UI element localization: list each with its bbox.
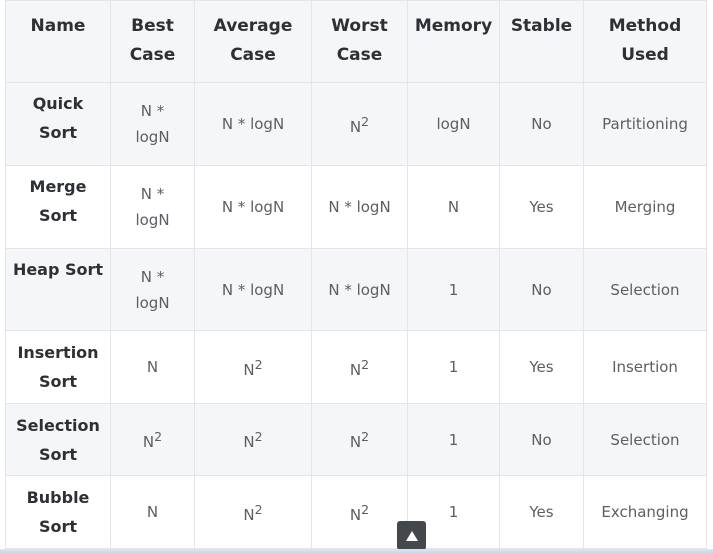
header-stable: Stable [499, 0, 584, 83]
best-case-cell: N * logN [110, 248, 195, 331]
header-best-case: Best Case [110, 0, 195, 83]
average-case-base: N [243, 433, 255, 451]
worst-case-exponent: 2 [361, 501, 370, 517]
method-cell: Selection [583, 248, 707, 331]
worst-case-cell: N * logN [311, 165, 408, 249]
row-name-line1: Bubble [26, 488, 90, 507]
memory-cell: 1 [407, 248, 500, 331]
row-name: Quick Sort [32, 94, 84, 142]
method-cell: Merging [583, 165, 707, 249]
stable-cell: Yes [499, 165, 584, 249]
average-case-cell: N * logN [194, 248, 312, 331]
row-name-line1: Insertion [17, 343, 99, 362]
sorting-comparison-table: Name Best Case Average Case Worst Case Memo… [5, 0, 707, 549]
stable-cell: No [499, 403, 584, 476]
row-name-line2: Sort [38, 206, 78, 225]
average-case-exponent: 2 [254, 501, 263, 517]
best-case-line2: logN [135, 293, 170, 312]
worst-case-exponent: 2 [361, 113, 370, 129]
worst-case-cell: N2 [311, 403, 408, 476]
stable-cell: Yes [499, 475, 584, 549]
worst-case-exponent: 2 [361, 356, 370, 372]
row-name-cell: Quick Sort [5, 82, 111, 166]
best-case-cell: N [110, 475, 195, 549]
best-case-cell: N2 [110, 403, 195, 476]
method-cell: Selection [583, 403, 707, 476]
best-case-cell: N [110, 330, 195, 404]
header-method-line2: Used [621, 45, 669, 65]
worst-case-base: N [349, 117, 362, 136]
worst-case-cell: N2 [311, 330, 408, 404]
bottom-bar [0, 549, 713, 554]
average-case-exponent: 2 [254, 356, 263, 372]
stable-cell: Yes [499, 330, 584, 404]
header-worst-case: Worst Case [311, 0, 408, 83]
table-row: Insertion Sort N N2 N2 1 Yes Insertion [5, 330, 707, 404]
average-case-exponent: 2 [254, 429, 263, 444]
triangle-up-icon [405, 530, 418, 541]
header-memory: Memory [407, 0, 500, 83]
header-worst-line2: Case [336, 45, 383, 65]
header-best-line2: Case [129, 45, 176, 65]
header-average-case: Average Case [194, 0, 312, 83]
best-case-line2: logN [135, 128, 170, 146]
header-name: Name [5, 0, 111, 83]
header-average-line1: Average [213, 16, 293, 36]
average-case-cell: N * logN [194, 165, 312, 249]
average-case-cell: N2 [194, 475, 312, 549]
table-header-row: Name Best Case Average Case Worst Case Memo… [5, 0, 707, 83]
memory-cell: N [407, 165, 500, 249]
average-case-base: N [243, 505, 255, 524]
average-case-base: N [243, 360, 255, 379]
worst-case-cell: N * logN [311, 248, 408, 331]
worst-case-base: N [349, 433, 362, 451]
average-case-cell: N * logN [194, 82, 312, 166]
table-row: Merge Sort N * logN N * logN N * logN N Ye… [5, 165, 707, 249]
best-case-line1: N * [140, 102, 165, 120]
worst-case-cell: N2 [311, 82, 408, 166]
row-name-cell: Selection Sort [5, 403, 111, 476]
worst-case-cell: N2 [311, 475, 408, 549]
memory-cell: 1 [407, 330, 500, 404]
memory-cell: logN [407, 82, 500, 166]
table-row: Selection Sort N2 N2 N2 1 No Selection [5, 403, 707, 476]
table-row: Quick Sort N * logN N * logN N2 logN No P… [5, 82, 707, 166]
scroll-to-top-button[interactable] [397, 521, 426, 550]
table-row: Heap Sort N * logN N * logN N * logN 1 No… [5, 248, 707, 331]
header-worst-line1: Worst [331, 16, 388, 36]
table-row: Bubble Sort N N2 N2 1 Yes Exchanging [5, 475, 707, 549]
memory-cell: 1 [407, 403, 500, 476]
row-name-line2: Sort [38, 444, 78, 464]
stable-cell: No [499, 82, 584, 166]
header-average-line2: Case [230, 45, 276, 65]
worst-case-base: N [349, 360, 362, 379]
method-cell: Partitioning [583, 82, 707, 166]
best-case-base: N [142, 433, 155, 451]
average-case-cell: N2 [194, 403, 312, 476]
best-case-exponent: 2 [154, 429, 163, 444]
header-method-used: Method Used [583, 0, 707, 83]
average-case-cell: N2 [194, 330, 312, 404]
method-cell: Insertion [583, 330, 707, 404]
row-name-line2: Sort [38, 372, 78, 391]
row-name-cell: Merge Sort [5, 165, 111, 249]
best-case-line1: N * [140, 267, 165, 286]
row-name-cell: Insertion Sort [5, 330, 111, 404]
method-cell: Exchanging [583, 475, 707, 549]
worst-case-base: N [349, 505, 362, 524]
best-case-cell: N * logN [110, 82, 195, 166]
worst-case-exponent: 2 [361, 429, 370, 444]
best-case-line1: N * [140, 185, 165, 203]
header-method-line1: Method [608, 16, 682, 36]
header-best-line1: Best [131, 16, 174, 36]
row-name-line1: Selection [16, 415, 100, 435]
row-name: Heap Sort [12, 260, 104, 279]
best-case-line2: logN [135, 211, 170, 229]
row-name-line1: Merge [29, 177, 87, 196]
stable-cell: No [499, 248, 584, 331]
best-case-cell: N * logN [110, 165, 195, 249]
row-name-line2: Sort [38, 517, 78, 536]
row-name-cell: Heap Sort [5, 248, 111, 331]
row-name-cell: Bubble Sort [5, 475, 111, 549]
